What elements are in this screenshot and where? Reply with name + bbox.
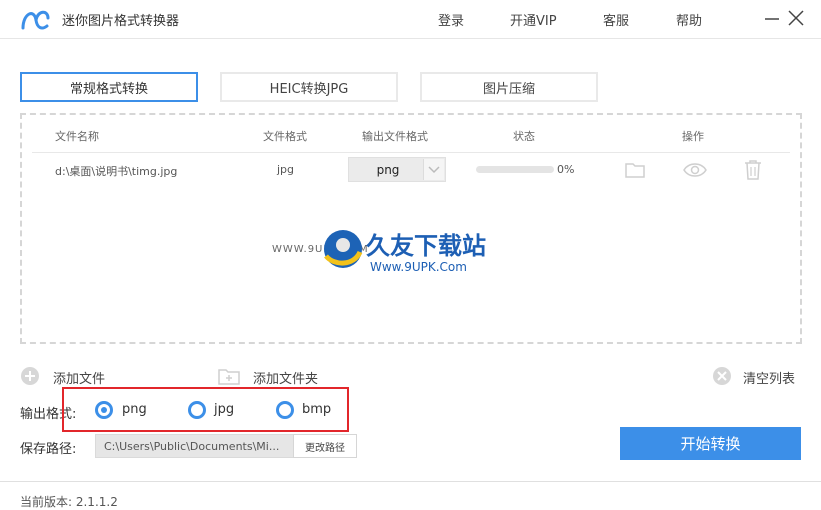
progress-bar	[476, 166, 554, 173]
login-link[interactable]: 登录	[438, 10, 464, 29]
watermark-brand: 久友下载站	[366, 232, 486, 260]
save-path-label: 保存路径:	[20, 442, 77, 457]
save-path-input[interactable]	[95, 434, 294, 458]
watermark-logo-icon	[324, 230, 363, 268]
trash-icon[interactable]	[743, 159, 763, 181]
tab-normal-conversion[interactable]: 常规格式转换	[20, 72, 198, 102]
footer-divider	[0, 481, 821, 482]
version-text: 当前版本: 2.1.1.2	[20, 495, 118, 509]
change-path-button[interactable]: 更改路径	[293, 434, 357, 458]
status-text: 0%	[557, 163, 575, 176]
file-format-cell: jpg	[277, 163, 295, 176]
add-circle-icon[interactable]	[20, 366, 40, 386]
column-header-status: 状态	[513, 130, 535, 143]
radio-png[interactable]	[95, 401, 113, 419]
header-divider	[32, 152, 790, 153]
watermark-url: Www.9UPK.Com	[370, 260, 467, 274]
radio-bmp[interactable]	[276, 401, 294, 419]
add-file-button[interactable]: 添加文件	[53, 368, 105, 387]
tab-heic-to-jpg[interactable]: HEIC转换JPG	[220, 72, 398, 102]
radio-bmp-label[interactable]: bmp	[302, 402, 331, 417]
column-header-actions: 操作	[682, 130, 704, 143]
chevron-down-icon	[428, 166, 440, 174]
close-icon[interactable]	[786, 8, 806, 28]
column-header-name: 文件名称	[55, 130, 99, 143]
output-format-value: png	[376, 163, 400, 177]
watermark: WWW.9UPK.COM 久友下载站 Www.9UPK.Com	[272, 222, 512, 292]
eye-icon[interactable]	[682, 160, 708, 180]
column-header-output: 输出文件格式	[362, 130, 428, 143]
dropdown-toggle[interactable]	[423, 159, 444, 180]
clear-list-button[interactable]: 清空列表	[743, 368, 795, 387]
radio-jpg-label[interactable]: jpg	[214, 402, 234, 417]
folder-icon[interactable]	[624, 160, 646, 180]
start-convert-button[interactable]: 开始转换	[620, 427, 801, 460]
minimize-icon[interactable]	[762, 8, 782, 28]
clear-circle-icon[interactable]	[712, 366, 732, 386]
help-link[interactable]: 帮助	[676, 10, 702, 29]
file-name-cell: d:\桌面\说明书\timg.jpg	[55, 165, 178, 178]
output-format-select[interactable]: png	[348, 157, 446, 182]
column-header-format: 文件格式	[263, 130, 307, 143]
app-logo-icon	[21, 10, 50, 30]
title-bar: 迷你图片格式转换器 登录 开通VIP 客服 帮助	[0, 0, 821, 39]
radio-jpg[interactable]	[188, 401, 206, 419]
tab-image-compress[interactable]: 图片压缩	[420, 72, 598, 102]
vip-link[interactable]: 开通VIP	[510, 10, 557, 29]
app-title: 迷你图片格式转换器	[62, 14, 180, 29]
add-folder-button[interactable]: 添加文件夹	[253, 368, 318, 387]
service-link[interactable]: 客服	[603, 10, 629, 29]
add-folder-icon[interactable]	[217, 366, 241, 386]
radio-png-label[interactable]: png	[122, 402, 147, 417]
